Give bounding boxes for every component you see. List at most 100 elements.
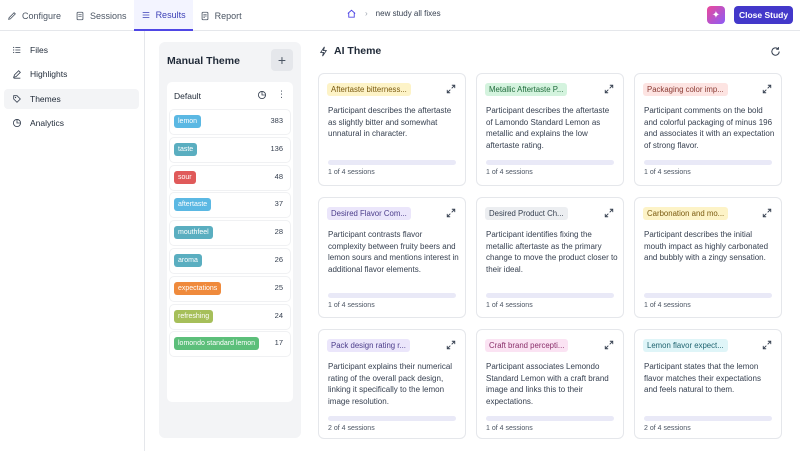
sidebar-item-themes[interactable]: Themes — [4, 89, 139, 109]
tag-row[interactable]: taste 136 — [170, 137, 290, 162]
expand-icon[interactable] — [762, 340, 772, 350]
theme-card-description: Participant describes the aftertaste of … — [486, 106, 610, 150]
tab-results[interactable]: Results — [133, 0, 193, 31]
sidebar-item-analytics[interactable]: Analytics — [4, 113, 139, 133]
tag-row[interactable]: mouthfeel 28 — [170, 221, 290, 246]
theme-card-label: Metallic Aftertaste P... — [485, 83, 568, 96]
tag-row[interactable]: lemon 383 — [170, 110, 290, 134]
theme-card[interactable]: Metallic Aftertaste P... Participant desc… — [476, 73, 624, 186]
top-bar: Configure Sessions Results Report › new … — [0, 0, 800, 31]
tag-row[interactable]: lomondo standard lemon 17 — [170, 332, 290, 357]
tag-count: 383 — [270, 116, 283, 125]
tag-chip: lemon — [174, 115, 202, 128]
tab-configure[interactable]: Configure — [0, 0, 68, 31]
sidebar-item-label: Files — [30, 45, 48, 55]
theme-card-description: Participant describes the aftertaste as … — [328, 106, 452, 138]
tag-count: 28 — [274, 227, 283, 237]
session-progress-bar — [486, 160, 614, 165]
lightning-icon — [319, 46, 328, 56]
tag-count: 48 — [274, 171, 283, 181]
list-icon — [142, 11, 149, 18]
theme-card-label: Aftertaste bitterness... — [327, 83, 411, 96]
breadcrumb: › new study all fixes — [346, 8, 441, 19]
breadcrumb-study[interactable]: new study all fixes — [376, 9, 441, 18]
tab-sessions[interactable]: Sessions — [68, 0, 134, 31]
expand-icon[interactable] — [604, 340, 614, 350]
theme-card-description: Participant explains their numerical rat… — [328, 362, 453, 406]
report-icon — [201, 11, 208, 20]
sidebar-item-files[interactable]: Files — [4, 40, 139, 60]
expand-icon[interactable] — [604, 84, 614, 94]
sidebar: Files Highlights Themes Analytics — [0, 31, 145, 451]
expand-icon[interactable] — [446, 208, 456, 218]
expand-icon[interactable] — [446, 84, 456, 94]
theme-card[interactable]: Aftertaste bitterness... Participant desc… — [318, 73, 466, 186]
ai-theme-header: AI Theme — [318, 45, 381, 57]
tag-count: 24 — [274, 310, 283, 320]
close-study-button[interactable]: Close Study — [734, 6, 793, 24]
add-theme-button[interactable]: + — [271, 49, 293, 71]
theme-card[interactable]: Desired Flavor Com... Participant contras… — [318, 197, 466, 318]
session-progress-bar — [328, 293, 456, 298]
chart-icon[interactable] — [257, 90, 267, 100]
theme-card-label: Pack design rating r... — [327, 339, 410, 352]
tab-label: Configure — [22, 10, 62, 21]
tag-chip: taste — [174, 142, 198, 156]
tag-chip: lomondo standard lemon — [174, 337, 260, 351]
refresh-icon[interactable] — [770, 46, 781, 57]
tab-label: Report — [214, 10, 242, 21]
theme-card-label: Lemon flavor expect... — [643, 339, 728, 352]
theme-card[interactable]: Carbonation and mo... Participant describ… — [634, 197, 782, 318]
home-icon[interactable] — [346, 8, 357, 19]
session-count: 1 of 4 sessions — [644, 169, 691, 176]
theme-card[interactable]: Desired Product Ch... Participant identif… — [476, 197, 624, 318]
tag-row[interactable]: expectations 25 — [170, 276, 290, 301]
sidebar-item-label: Analytics — [30, 118, 65, 128]
tag-count: 17 — [274, 338, 283, 348]
tab-label: Sessions — [90, 10, 127, 21]
tab-report[interactable]: Report — [193, 0, 249, 31]
group-title: Default — [174, 91, 201, 101]
pencil-icon — [8, 11, 16, 20]
tag-row[interactable]: aroma 26 — [170, 249, 290, 273]
theme-card[interactable]: Lemon flavor expect... Participant states… — [634, 329, 782, 439]
sidebar-item-highlights[interactable]: Highlights — [4, 64, 139, 84]
tag-count: 136 — [270, 143, 283, 153]
session-progress-bar — [486, 416, 614, 421]
main-nav: Configure Sessions Results Report — [0, 0, 249, 31]
ai-theme-title: AI Theme — [334, 45, 382, 57]
session-count: 2 of 4 sessions — [328, 425, 375, 432]
expand-icon[interactable] — [604, 208, 614, 218]
more-options-icon[interactable]: ⋮ — [277, 89, 286, 100]
expand-icon[interactable] — [762, 84, 772, 94]
session-count: 2 of 4 sessions — [644, 425, 691, 432]
theme-card-label: Desired Product Ch... — [485, 207, 568, 220]
theme-card-label: Desired Flavor Com... — [327, 207, 411, 220]
tag-row[interactable]: sour 48 — [170, 165, 290, 190]
ai-sparkle-button[interactable]: ✦ — [707, 6, 725, 24]
tag-chip: refreshing — [174, 309, 214, 323]
theme-card[interactable]: Craft brand percepti... Participant assoc… — [476, 329, 624, 439]
session-progress-bar — [644, 160, 772, 165]
theme-card-label: Carbonation and mo... — [643, 207, 729, 220]
theme-card-description: Participant states that the lemon flavor… — [644, 362, 761, 394]
sidebar-item-label: Highlights — [30, 69, 68, 79]
theme-card[interactable]: Pack design rating r... Participant expla… — [318, 329, 466, 439]
manual-theme-title: Manual Theme — [167, 55, 240, 67]
session-count: 1 of 4 sessions — [486, 425, 533, 432]
tag-chip: aftertaste — [174, 198, 212, 212]
expand-icon[interactable] — [446, 340, 456, 350]
tag-count: 26 — [274, 255, 283, 264]
theme-card[interactable]: Packaging color imp... Participant commen… — [634, 73, 782, 186]
pie-chart-icon — [12, 118, 22, 128]
tag-row[interactable]: refreshing 24 — [170, 304, 290, 329]
expand-icon[interactable] — [762, 208, 772, 218]
document-icon — [76, 11, 84, 20]
chevron-right-icon: › — [365, 9, 368, 18]
tag-row[interactable]: aftertaste 37 — [170, 193, 290, 218]
session-count: 1 of 4 sessions — [328, 169, 375, 176]
highlighter-icon — [13, 70, 21, 79]
theme-card-label: Craft brand percepti... — [485, 339, 569, 352]
theme-card-description: Participant associates Lemondo Standard … — [486, 362, 609, 406]
sparkle-icon: ✦ — [711, 9, 721, 21]
